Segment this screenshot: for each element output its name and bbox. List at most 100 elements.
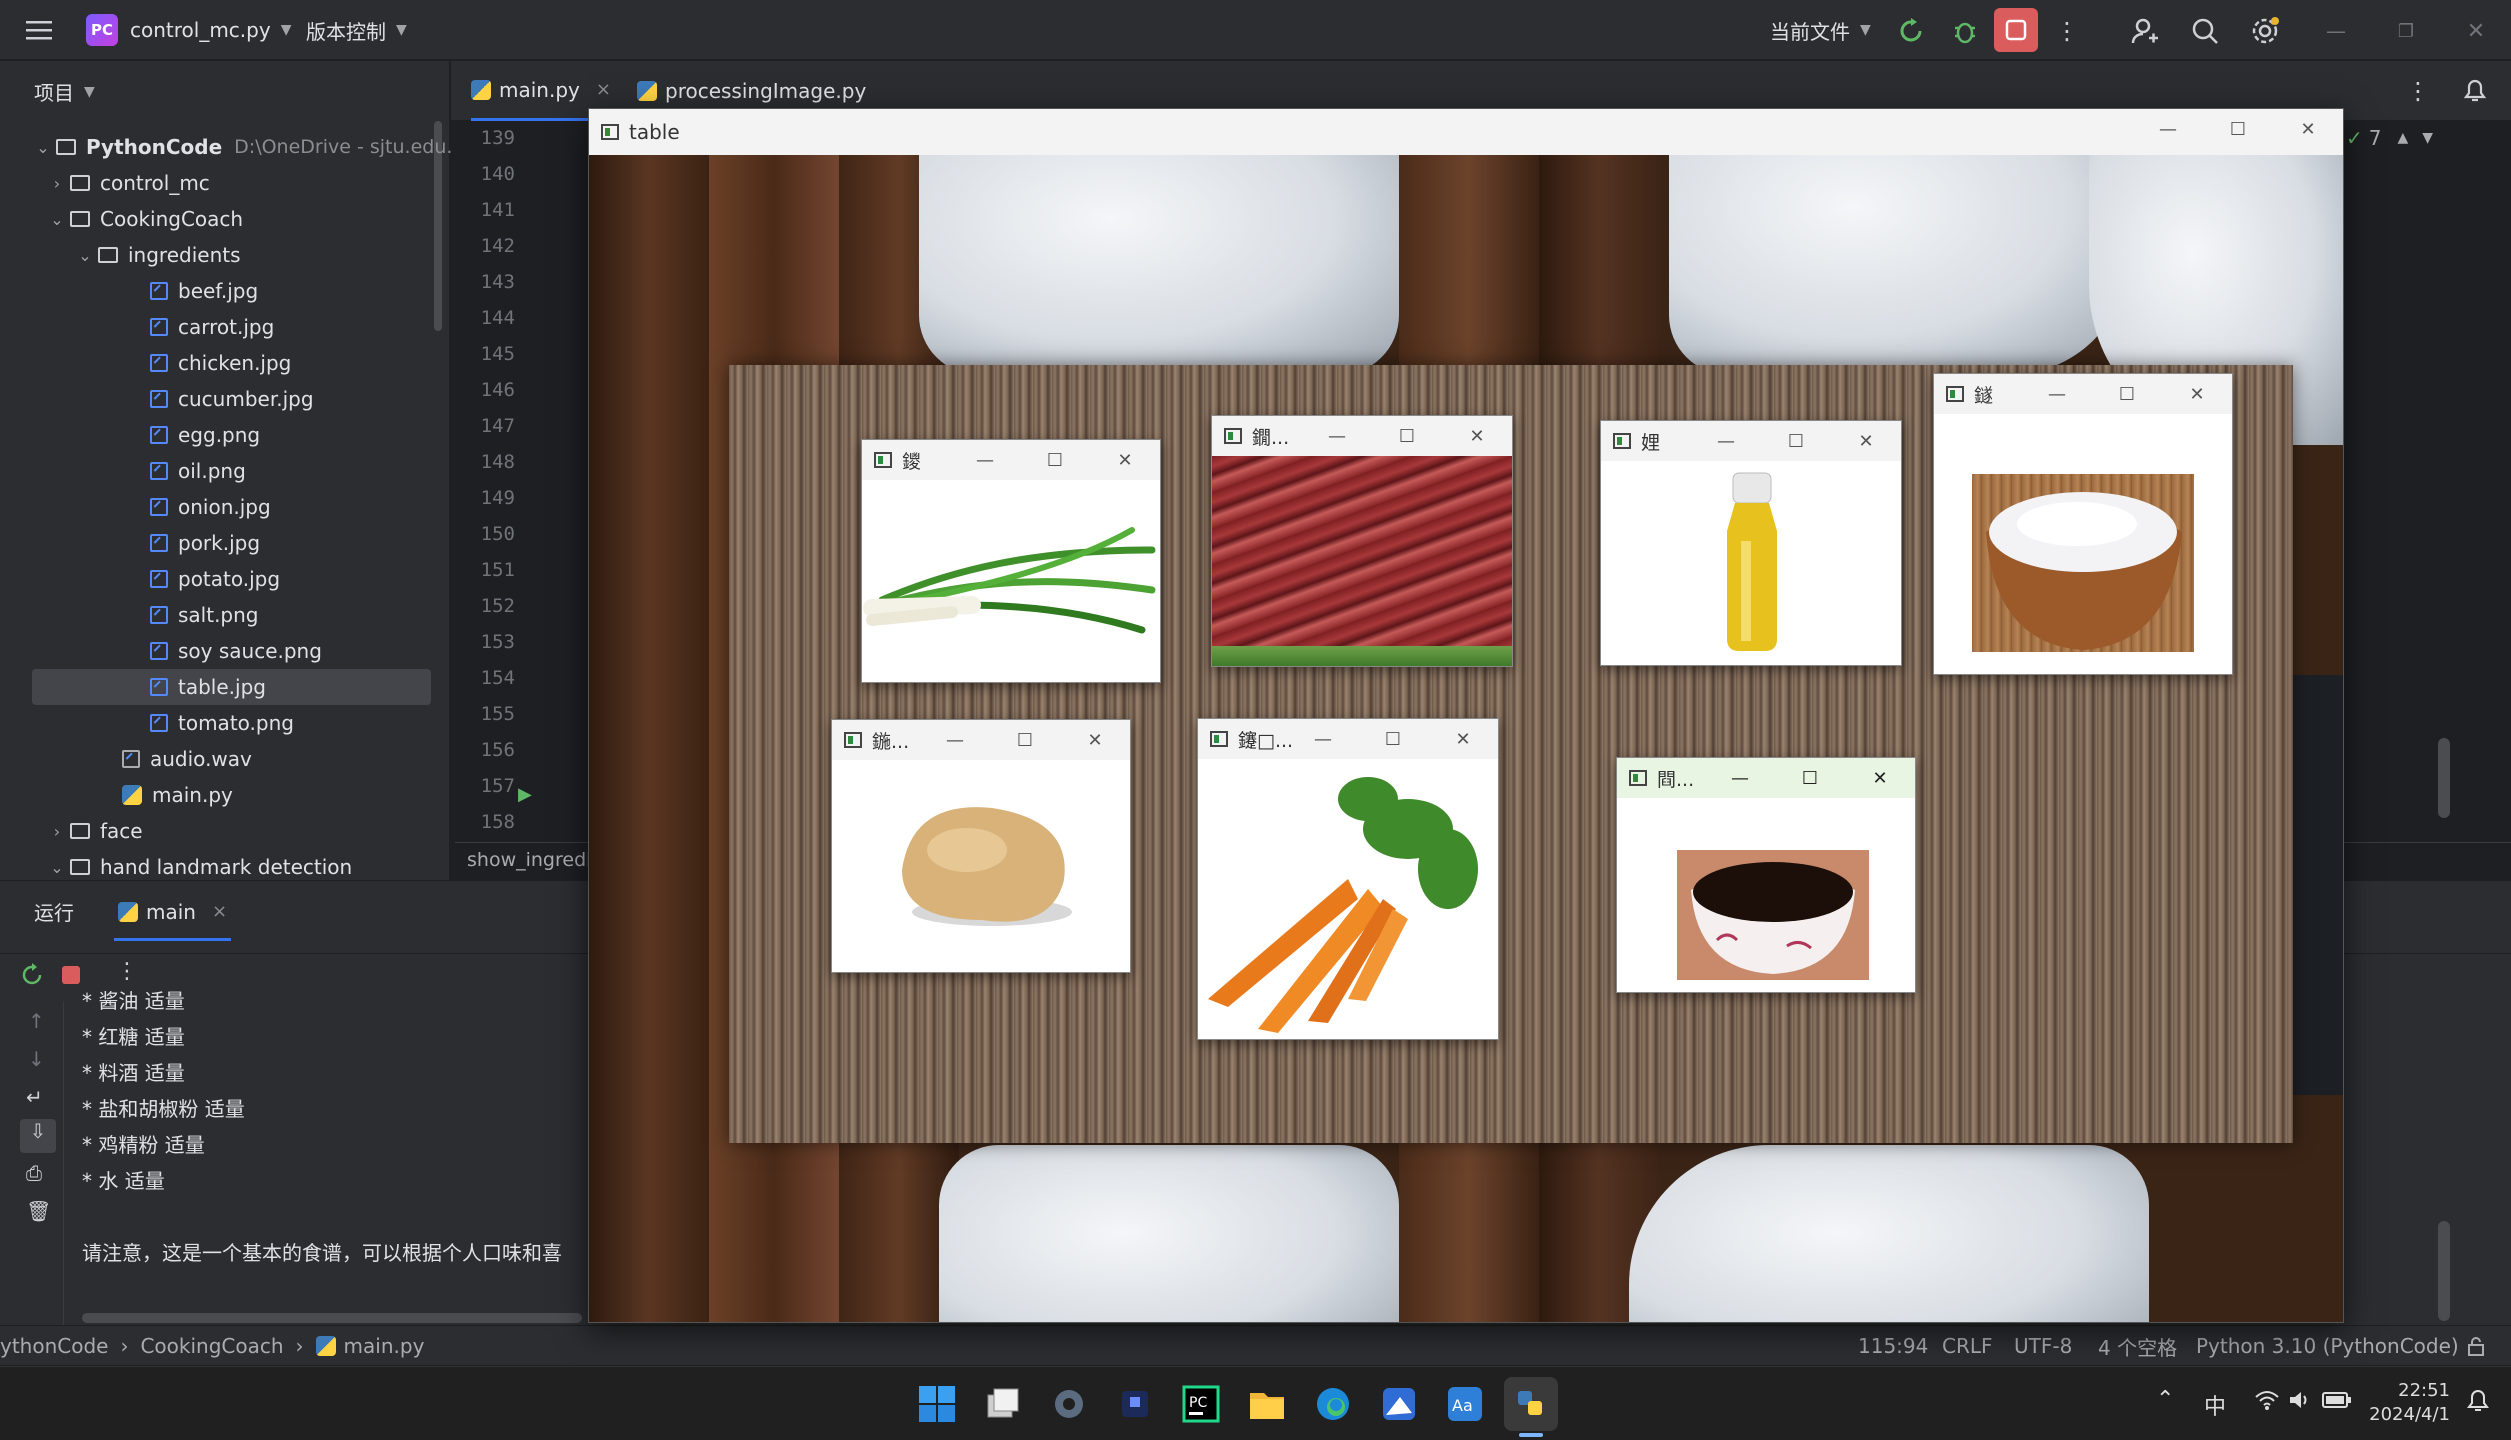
path-segment[interactable]: main.py <box>344 1334 425 1358</box>
close-icon[interactable]: ✕ <box>1060 730 1130 751</box>
python-interpreter[interactable]: Python 3.10 (PythonCode) <box>2196 1326 2459 1366</box>
stop-button[interactable] <box>1994 8 2038 52</box>
vcs-menu[interactable]: 版本控制 ▼ <box>306 0 407 60</box>
maximize-icon[interactable]: ☐ <box>1358 729 1428 750</box>
window-maximize-button[interactable]: ❐ <box>2386 12 2426 50</box>
minimize-icon[interactable]: — <box>950 450 1020 471</box>
indent-setting[interactable]: 4 个空格 <box>2098 1326 2177 1366</box>
ime-indicator[interactable]: 中 <box>2204 1389 2226 1421</box>
wifi-icon[interactable] <box>2254 1389 2280 1415</box>
stop-icon[interactable] <box>62 966 80 984</box>
close-tab-icon[interactable]: × <box>596 79 611 100</box>
window-close-button[interactable]: ✕ <box>2456 12 2496 50</box>
window-minimize-button[interactable]: — <box>2316 12 2356 50</box>
close-icon[interactable]: ✕ <box>1428 729 1498 750</box>
search-everywhere-button[interactable] <box>2186 12 2224 50</box>
tree-item[interactable]: ⌄ hand landmark detection <box>44 850 352 884</box>
maximize-icon[interactable]: ☐ <box>2092 384 2162 405</box>
tree-item[interactable]: cucumber.jpg <box>150 382 314 416</box>
file-encoding[interactable]: UTF-8 <box>2014 1326 2072 1366</box>
tree-item[interactable]: ⌄ ingredients <box>72 238 240 272</box>
editor-scrollbar[interactable] <box>2438 738 2450 818</box>
chevron-down-icon[interactable]: ⌄ <box>44 858 70 877</box>
tree-item[interactable]: salt.png <box>150 598 259 632</box>
minimize-icon[interactable]: — <box>1288 729 1358 750</box>
close-icon[interactable]: ✕ <box>2162 384 2232 405</box>
maximize-icon[interactable]: ☐ <box>1372 426 1442 447</box>
minimize-icon[interactable]: — <box>920 730 990 751</box>
subwindow-titlebar[interactable]: 鑁 — ☐ ✕ <box>862 440 1160 480</box>
tree-root[interactable]: ⌄ PythonCode D:\OneDrive - sjtu.edu.cn <box>30 130 475 164</box>
path-segment[interactable]: ythonCode <box>0 1334 108 1358</box>
chevron-down-icon[interactable]: ▼ <box>2422 130 2433 146</box>
tree-item[interactable]: potato.jpg <box>150 562 280 596</box>
chevron-down-icon[interactable]: ⌄ <box>72 246 98 265</box>
rerun-button[interactable] <box>20 963 44 991</box>
ingredient-window-salt[interactable]: 鐩 — ☐ ✕ <box>1933 373 2233 675</box>
trash-icon[interactable]: 🗑 <box>26 1199 51 1223</box>
table-image-window[interactable]: table — ☐ ✕ 鑁 — ☐ ✕ 鐗... — ☐ ✕ 娌 — ☐ ✕ 鐩… <box>588 108 2344 1323</box>
close-icon[interactable]: ✕ <box>1442 426 1512 447</box>
subwindow-titlebar[interactable]: 閰... — ☐ ✕ <box>1617 758 1915 798</box>
project-panel-header[interactable]: 项目 ▼ <box>34 77 95 106</box>
chevron-up-icon[interactable]: ▲ <box>2398 130 2409 146</box>
tree-item[interactable]: table.jpg <box>150 670 266 704</box>
minimize-icon[interactable]: — <box>1705 768 1775 789</box>
arrow-down-icon[interactable]: ↓ <box>28 1047 45 1071</box>
subwindow-titlebar[interactable]: 鐩 — ☐ ✕ <box>1934 374 2232 414</box>
maximize-icon[interactable]: ☐ <box>1775 768 1845 789</box>
more-actions-button[interactable]: ⋮ <box>2048 12 2086 50</box>
task-view-button[interactable] <box>982 1383 1024 1425</box>
code-with-me-button[interactable] <box>2126 12 2164 50</box>
chevron-right-icon[interactable]: › <box>44 174 70 193</box>
close-icon[interactable]: ✕ <box>2273 119 2343 140</box>
taskbar-dictionary[interactable]: Aa <box>1444 1383 1486 1425</box>
maximize-icon[interactable]: ☐ <box>2203 119 2273 140</box>
taskbar-python-active[interactable] <box>1504 1377 1558 1431</box>
scroll-to-end-icon[interactable]: ⇩ <box>20 1119 56 1153</box>
chevron-up-icon[interactable]: ⌃ <box>2156 1387 2174 1412</box>
minimize-icon[interactable]: — <box>1302 426 1372 447</box>
tree-item[interactable]: ⌄ CookingCoach <box>44 202 243 236</box>
volume-icon[interactable] <box>2288 1389 2312 1415</box>
tree-item[interactable]: pork.jpg <box>150 526 260 560</box>
tree-item[interactable]: carrot.jpg <box>150 310 274 344</box>
main-menu-button[interactable] <box>26 0 52 60</box>
taskbar-file-explorer[interactable] <box>1246 1383 1288 1425</box>
ingredient-window-beef[interactable]: 鐗... — ☐ ✕ <box>1211 415 1513 667</box>
battery-icon[interactable] <box>2322 1391 2352 1413</box>
tree-item[interactable]: chicken.jpg <box>150 346 291 380</box>
notification-center-button[interactable] <box>2466 1387 2490 1417</box>
taskbar-photos[interactable] <box>1378 1383 1420 1425</box>
project-selector[interactable]: PC control_mc.py ▼ <box>86 0 291 60</box>
taskbar-settings-app[interactable] <box>1048 1383 1090 1425</box>
ingredient-window-soy-sauce[interactable]: 閰... — ☐ ✕ <box>1616 757 1916 993</box>
tree-item[interactable]: soy sauce.png <box>150 634 322 668</box>
tree-item[interactable]: audio.wav <box>122 742 252 776</box>
tree-item[interactable]: tomato.png <box>150 706 294 740</box>
tree-item[interactable]: oil.png <box>150 454 246 488</box>
maximize-icon[interactable]: ☐ <box>1020 450 1090 471</box>
subwindow-titlebar[interactable]: 鍦... — ☐ ✕ <box>832 720 1130 760</box>
ingredient-window-oil[interactable]: 娌 — ☐ ✕ <box>1600 420 1902 666</box>
taskbar-pycharm[interactable]: PC <box>1180 1383 1222 1425</box>
close-tab-icon[interactable]: × <box>212 901 227 922</box>
minimize-icon[interactable]: — <box>1691 431 1761 452</box>
run-config-tab[interactable]: main × <box>114 885 232 941</box>
print-icon[interactable]: ⎙ <box>26 1161 42 1185</box>
settings-button[interactable] <box>2246 12 2284 50</box>
line-separator[interactable]: CRLF <box>1942 1326 1993 1366</box>
table-window-titlebar[interactable]: table — ☐ ✕ <box>589 109 2343 155</box>
tree-item[interactable]: › face <box>44 814 143 848</box>
console-scrollbar[interactable] <box>2438 1221 2450 1321</box>
tree-item[interactable]: onion.jpg <box>150 490 271 524</box>
rerun-button[interactable] <box>1892 12 1930 50</box>
chevron-down-icon[interactable]: ⌄ <box>44 210 70 229</box>
subwindow-titlebar[interactable]: 鑳□... — ☐ ✕ <box>1198 719 1498 759</box>
minimize-icon[interactable]: — <box>2022 384 2092 405</box>
caret-position[interactable]: 115:94 <box>1858 1326 1928 1366</box>
console-hscrollbar[interactable] <box>82 1313 582 1323</box>
subwindow-titlebar[interactable]: 鐗... — ☐ ✕ <box>1212 416 1512 456</box>
run-gutter-icon[interactable]: ▶ <box>518 784 532 805</box>
run-config-selector[interactable]: 当前文件 ▼ <box>1770 0 1871 60</box>
